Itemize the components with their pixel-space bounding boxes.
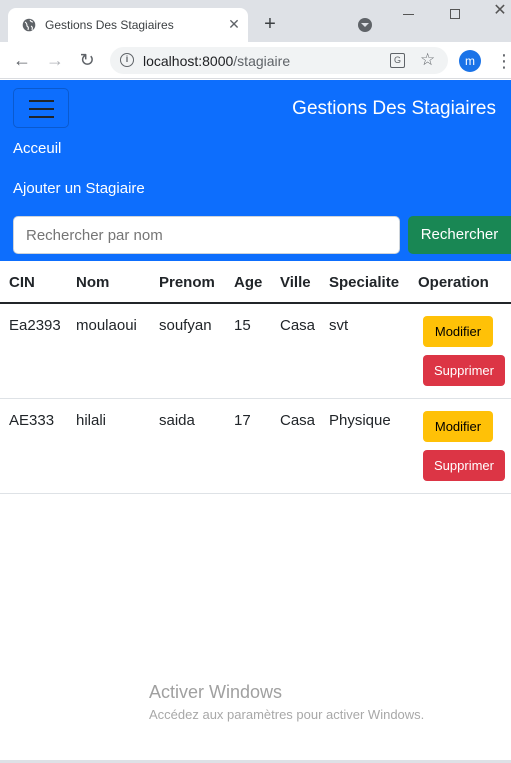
modify-button[interactable]: Modifier [423,316,493,347]
cell-nom: hilali [67,398,150,494]
browser-toolbar: ← → ↻ i localhost:8000/stagiaire G ☆ [0,42,511,79]
delete-button[interactable]: Supprimer [423,449,505,481]
search-button[interactable]: Rechercher [408,216,511,254]
column-header-nom: Nom [67,262,150,304]
nav-link-ajouter-stagiaire[interactable]: Ajouter un Stagiaire [13,180,145,197]
close-tab-icon[interactable]: ✕ [226,16,242,32]
stagiaires-table: CIN Nom Prenom Age Ville Specialite Oper… [0,262,511,494]
table-row: Ea2393 moulaoui soufyan 15 Casa svt Modi… [0,303,511,399]
cell-age: 15 [225,303,271,399]
profile-avatar[interactable]: m [459,50,481,72]
site-info-icon[interactable]: i [120,53,134,67]
minimize-icon[interactable] [403,14,414,15]
nav-link-acceuil[interactable]: Acceuil [13,140,61,157]
app-navbar: Gestions Des Stagiaires Acceuil Ajouter … [0,80,511,261]
column-header-specialite: Specialite [320,262,409,304]
windows-activation-title: Activer Windows [149,682,283,702]
cell-cin: AE333 [0,398,67,494]
column-header-operation: Operation [409,262,511,304]
cell-nom: moulaoui [67,303,150,399]
forward-icon[interactable]: → [45,50,65,70]
new-tab-icon[interactable]: + [260,14,280,34]
windows-activation-subtitle: Accédez aux paramètres pour activer Wind… [149,707,425,722]
reload-icon[interactable]: ↻ [77,50,97,70]
modify-button[interactable]: Modifier [423,410,493,442]
tab-title: Gestions Des Stagiaires [45,18,174,32]
hamburger-line [29,116,54,118]
cell-prenom: soufyan [150,303,225,399]
delete-button[interactable]: Supprimer [423,355,505,386]
table-header-row: CIN Nom Prenom Age Ville Specialite Oper… [0,262,511,304]
cell-age: 17 [225,398,271,494]
column-header-age: Age [225,262,271,304]
url-host: localhost:8000 [143,53,234,69]
navbar-brand[interactable]: Gestions Des Stagiaires [292,98,496,120]
url-text[interactable]: localhost:8000/stagiaire [143,53,290,69]
close-window-icon[interactable]: ✕ [492,3,508,19]
translate-icon[interactable]: G [390,53,405,68]
column-header-cin: CIN [0,262,67,304]
search-input[interactable] [13,216,400,254]
column-header-ville: Ville [271,262,320,304]
browser-tab[interactable]: Gestions Des Stagiaires ✕ [8,8,248,42]
cell-ville: Casa [271,303,320,399]
column-header-prenom: Prenom [150,262,225,304]
menu-kebab-icon[interactable]: ⋮ [495,51,511,71]
cell-prenom: saida [150,398,225,494]
cell-specialite: svt [320,303,409,399]
cell-cin: Ea2393 [0,303,67,399]
hamburger-line [29,108,54,110]
url-path: /stagiaire [233,53,291,69]
address-bar[interactable]: i localhost:8000/stagiaire G ☆ [110,47,448,74]
cell-ville: Casa [271,398,320,494]
bookmark-star-icon[interactable]: ☆ [420,50,435,70]
cell-operation: Modifier Supprimer [409,303,511,399]
cell-operation: Modifier Supprimer [409,398,511,494]
globe-icon [22,18,36,32]
cell-specialite: Physique [320,398,409,494]
tab-search-icon[interactable] [358,18,372,32]
maximize-icon[interactable] [450,9,460,19]
table-row: AE333 hilali saida 17 Casa Physique Modi… [0,398,511,494]
browser-tabbar: Gestions Des Stagiaires ✕ + ✕ [0,0,511,42]
back-icon[interactable]: ← [12,50,32,70]
hamburger-line [29,100,54,102]
navbar-toggler-button[interactable] [13,88,69,128]
